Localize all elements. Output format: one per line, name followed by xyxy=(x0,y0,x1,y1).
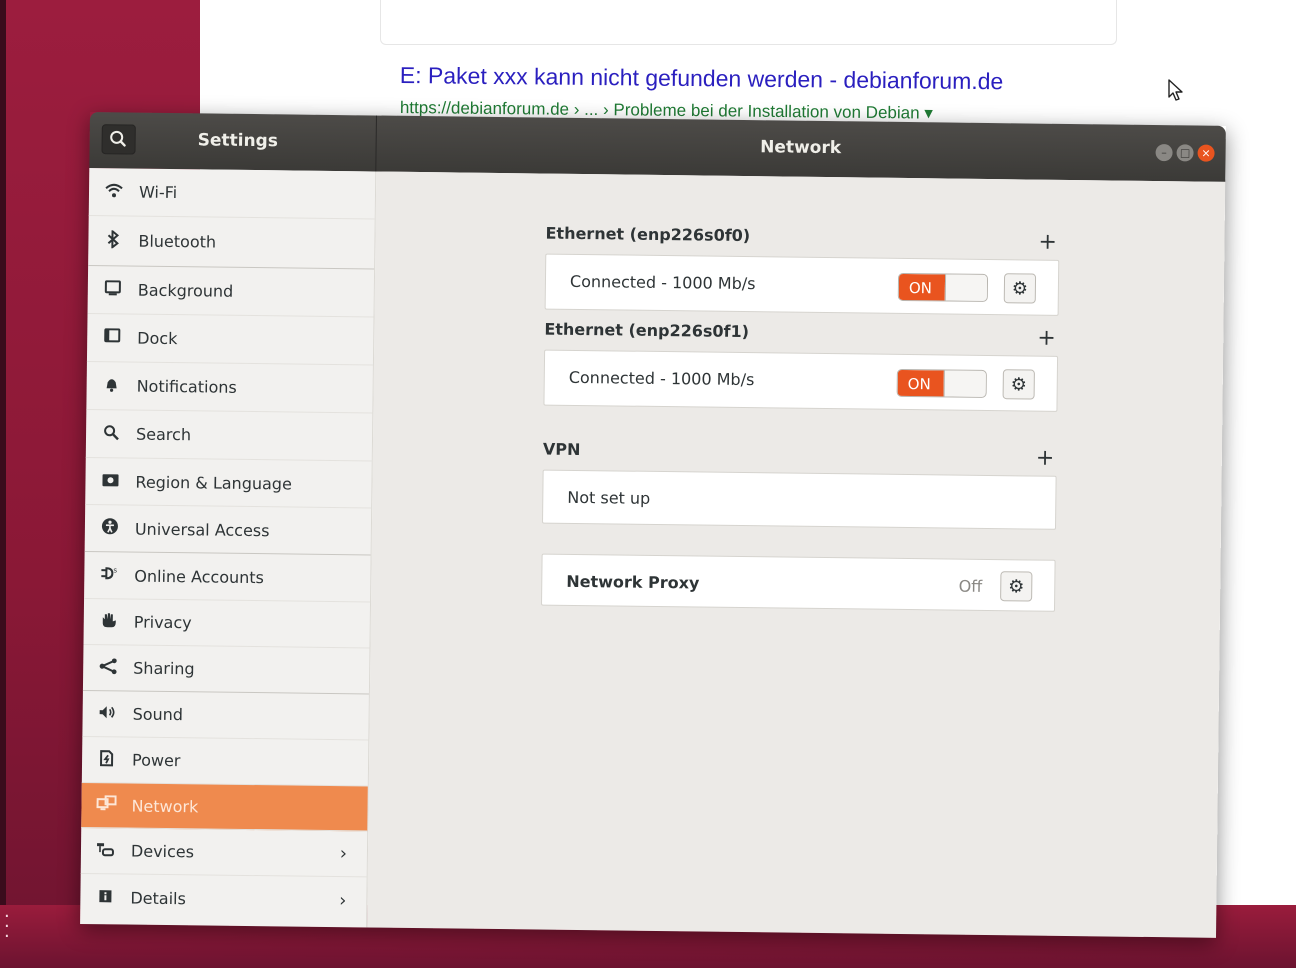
ethernet2-switch[interactable]: ON xyxy=(896,368,987,398)
mouse-cursor-icon xyxy=(1168,79,1183,101)
info-icon xyxy=(94,888,116,907)
hand-icon xyxy=(98,612,120,632)
sidebar: Wi-Fi Bluetooth Background Dock Notifica… xyxy=(80,167,377,928)
sidebar-item-label: Network xyxy=(131,796,199,816)
ethernet2-title: Ethernet (enp226s0f1) xyxy=(544,319,750,342)
sidebar-item-bluetooth[interactable]: Bluetooth xyxy=(88,215,375,270)
switch-knob xyxy=(943,370,987,397)
add-ethernet2-button[interactable]: + xyxy=(1037,326,1056,351)
dock-icon xyxy=(101,327,123,348)
network-panel: Ethernet (enp226s0f0) + Connected - 1000… xyxy=(367,171,1226,938)
sidebar-item-dock[interactable]: Dock xyxy=(86,313,374,366)
switch-on-label: ON xyxy=(898,273,946,302)
sidebar-item-details[interactable]: Details › xyxy=(80,874,367,923)
accessibility-icon xyxy=(99,517,121,539)
sidebar-item-label: Sharing xyxy=(133,658,195,679)
speaker-icon xyxy=(97,704,119,723)
ethernet1-switch[interactable]: ON xyxy=(897,272,989,302)
screen-edge xyxy=(0,0,6,968)
sidebar-item-label: Details xyxy=(130,888,186,908)
gear-icon: ⚙ xyxy=(1010,374,1027,396)
add-vpn-button[interactable]: + xyxy=(1036,446,1055,471)
svg-text:s: s xyxy=(113,566,117,574)
online-accounts-icon: s xyxy=(98,565,120,585)
network-proxy-label: Network Proxy xyxy=(566,571,700,593)
app-grid-icon[interactable]: · · · xyxy=(4,908,10,946)
ethernet2-status: Connected - 1000 Mb/s xyxy=(568,367,755,390)
background-icon xyxy=(102,279,124,300)
sidebar-title: Settings xyxy=(197,130,279,152)
sidebar-item-wifi[interactable]: Wi-Fi xyxy=(88,167,376,220)
sidebar-item-background[interactable]: Background xyxy=(87,265,375,318)
sidebar-item-label: Search xyxy=(135,424,192,445)
switch-knob xyxy=(944,274,989,302)
gear-icon: ⚙ xyxy=(1011,278,1029,300)
sidebar-item-label: Devices xyxy=(130,841,195,862)
sidebar-item-notifications[interactable]: Notifications xyxy=(86,361,373,414)
browser-search-box[interactable] xyxy=(380,0,1117,45)
bell-icon xyxy=(101,376,123,396)
sidebar-item-label: Power xyxy=(131,750,181,771)
sidebar-item-privacy[interactable]: Privacy xyxy=(83,598,371,649)
sidebar-item-universal-access[interactable]: Universal Access xyxy=(84,504,372,556)
sidebar-item-sharing[interactable]: Sharing xyxy=(82,644,370,695)
close-icon: × xyxy=(1201,146,1211,160)
sidebar-item-label: Online Accounts xyxy=(134,566,265,587)
power-icon xyxy=(96,749,118,771)
network-proxy-settings-button[interactable]: ⚙ xyxy=(1000,571,1033,602)
sidebar-item-label: Wi-Fi xyxy=(138,182,178,203)
sidebar-item-search[interactable]: Search xyxy=(85,409,373,462)
sidebar-item-network[interactable]: Network xyxy=(81,782,368,832)
region-icon xyxy=(99,472,121,491)
sidebar-item-label: Background xyxy=(137,280,234,301)
switch-on-label: ON xyxy=(897,369,944,398)
network-proxy-state: Off xyxy=(958,576,983,596)
settings-window: Settings Network – □ × Wi-Fi Bluetooth B… xyxy=(80,112,1226,938)
sidebar-item-online-accounts[interactable]: s Online Accounts xyxy=(84,551,371,603)
search-icon xyxy=(100,424,122,444)
search-icon xyxy=(110,130,126,147)
sidebar-item-label: Sound xyxy=(132,704,184,725)
page-title: Network xyxy=(760,137,842,159)
chevron-right-icon: › xyxy=(339,889,347,911)
minimize-icon: – xyxy=(1161,146,1167,160)
sidebar-item-label: Dock xyxy=(137,328,178,349)
bluetooth-icon xyxy=(102,228,124,252)
minimize-button[interactable]: – xyxy=(1155,144,1173,162)
sidebar-item-label: Privacy xyxy=(133,612,192,633)
share-icon xyxy=(97,657,119,678)
ethernet2-settings-button[interactable]: ⚙ xyxy=(1002,369,1035,400)
sidebar-item-label: Bluetooth xyxy=(138,231,217,252)
ethernet1-settings-button[interactable]: ⚙ xyxy=(1003,273,1037,304)
chevron-right-icon: › xyxy=(339,843,348,865)
gear-icon: ⚙ xyxy=(1008,576,1025,598)
network-proxy-row[interactable]: Network Proxy Off ⚙ xyxy=(541,553,1056,612)
sidebar-item-label: Region & Language xyxy=(135,472,292,493)
maximize-button[interactable]: □ xyxy=(1176,144,1194,162)
wifi-icon xyxy=(103,182,125,202)
devices-icon xyxy=(95,841,117,861)
vpn-title: VPN xyxy=(542,439,581,460)
sidebar-item-power[interactable]: Power xyxy=(81,736,369,787)
vpn-card: Not set up xyxy=(542,469,1057,530)
ethernet2-card: Connected - 1000 Mb/s ON ⚙ xyxy=(543,349,1059,412)
close-button[interactable]: × xyxy=(1197,144,1215,162)
sidebar-item-label: Universal Access xyxy=(134,519,270,540)
add-ethernet1-button[interactable]: + xyxy=(1038,230,1057,255)
settings-search-button[interactable] xyxy=(101,124,136,155)
sidebar-item-devices[interactable]: Devices › xyxy=(80,827,368,878)
ethernet1-title: Ethernet (enp226s0f0) xyxy=(545,223,751,246)
ethernet1-status: Connected - 1000 Mb/s xyxy=(569,271,756,294)
vpn-status: Not set up xyxy=(567,487,651,508)
network-icon xyxy=(95,795,117,815)
sidebar-item-sound[interactable]: Sound xyxy=(82,690,369,741)
sidebar-item-region-language[interactable]: Region & Language xyxy=(85,457,372,509)
sidebar-item-label: Notifications xyxy=(136,376,237,397)
ethernet1-card: Connected - 1000 Mb/s ON ⚙ xyxy=(544,253,1060,316)
maximize-icon: □ xyxy=(1179,146,1191,160)
